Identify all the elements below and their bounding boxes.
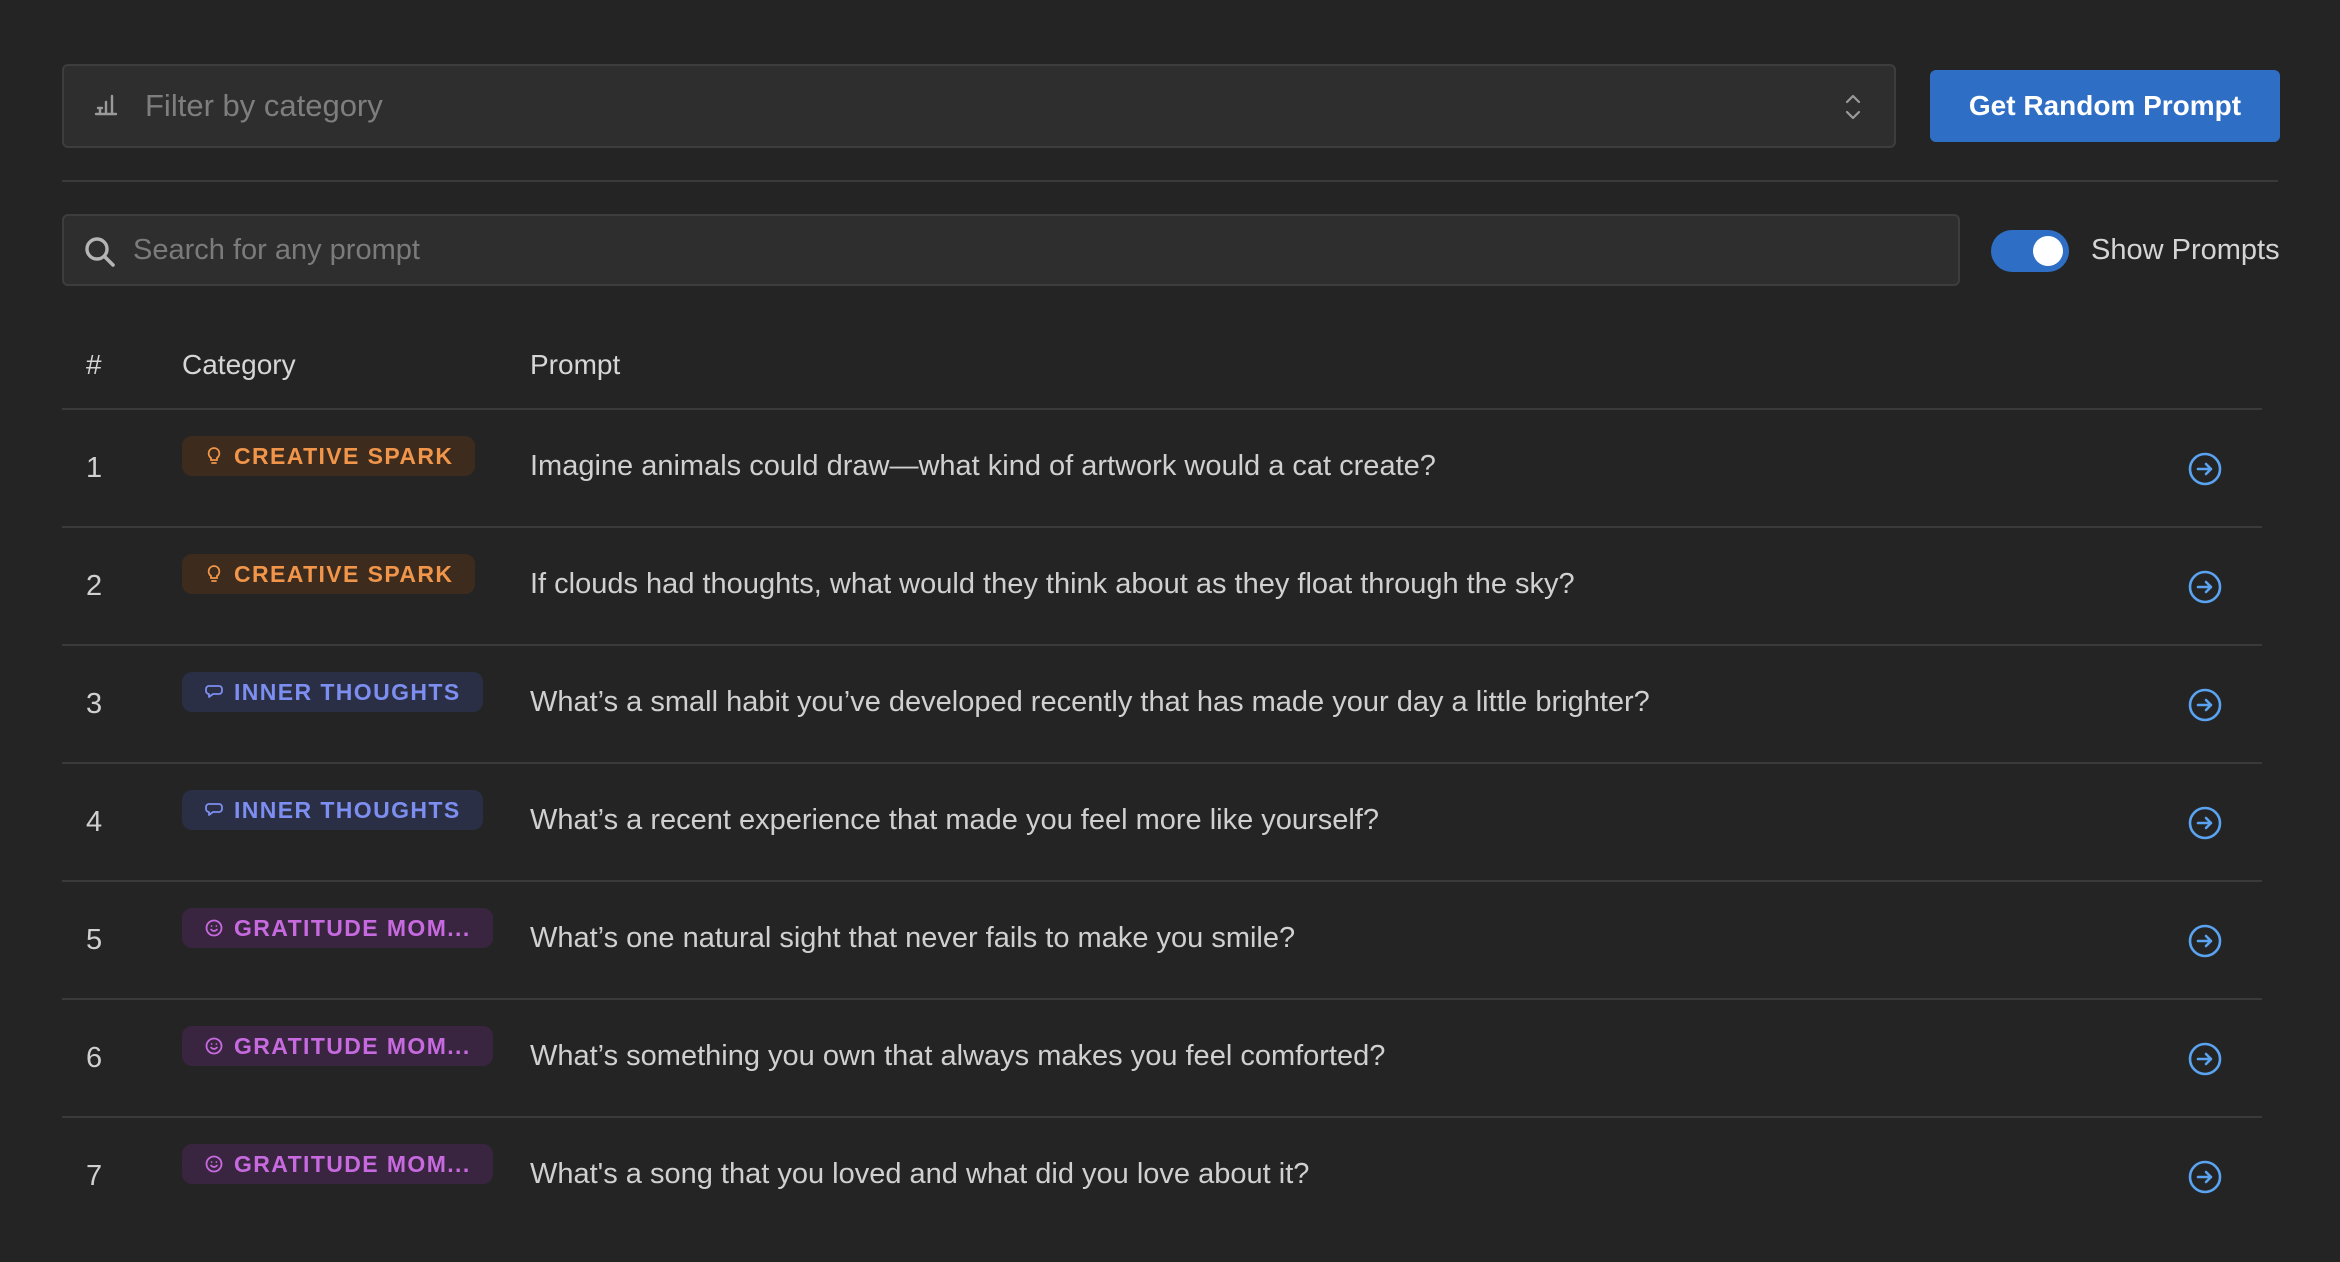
header-number: #: [86, 349, 102, 380]
category-badge: INNER THOUGHTS: [182, 672, 483, 712]
row-number: 4: [86, 806, 103, 838]
arrow-circle-right-icon[interactable]: [2186, 1158, 2224, 1196]
lightbulb-icon: [207, 565, 221, 582]
prompt-text: What's a song that you loved and what di…: [530, 1158, 1310, 1190]
row-number: 6: [86, 1042, 103, 1074]
table-row[interactable]: 6 GRATITUDE MOM... What’s something you …: [62, 1000, 2262, 1118]
search-placeholder: Search for any prompt: [133, 234, 420, 266]
category-badge: GRATITUDE MOM...: [182, 1026, 493, 1066]
divider: [62, 180, 2278, 182]
header-prompt: Prompt: [530, 349, 621, 380]
category-badge: CREATIVE SPARK: [182, 436, 476, 476]
category-badge: GRATITUDE MOM...: [182, 908, 493, 948]
category-label: INNER THOUGHTS: [234, 678, 461, 705]
prompt-text: Imagine animals could draw—what kind of …: [530, 450, 1436, 482]
filter-row: Filter by category Get Random Prompt: [62, 64, 2280, 148]
search-icon: [85, 237, 115, 267]
category-label: GRATITUDE MOM...: [234, 914, 471, 941]
prompt-text: What’s something you own that always mak…: [530, 1040, 1386, 1072]
arrow-circle-right-icon[interactable]: [2186, 1040, 2224, 1078]
search-input[interactable]: Search for any prompt: [62, 214, 1960, 286]
table-row[interactable]: 3 INNER THOUGHTS What’s a small habit yo…: [62, 646, 2262, 764]
table-row[interactable]: 5 GRATITUDE MOM... What’s one natural si…: [62, 882, 2262, 1000]
category-badge: GRATITUDE MOM...: [182, 1144, 493, 1184]
prompt-text: If clouds had thoughts, what would they …: [530, 568, 1575, 600]
filter-placeholder: Filter by category: [145, 88, 383, 123]
table-row[interactable]: 7 GRATITUDE MOM... What's a song that yo…: [62, 1118, 2262, 1236]
category-badge: CREATIVE SPARK: [182, 554, 476, 594]
smile-icon: [205, 1037, 223, 1055]
show-prompts-toggle[interactable]: [1991, 230, 2069, 272]
arrow-circle-right-icon[interactable]: [2186, 922, 2224, 960]
table-row[interactable]: 4 INNER THOUGHTS What’s a recent experie…: [62, 764, 2262, 882]
category-filter-select[interactable]: Filter by category: [62, 64, 1896, 148]
category-badge: INNER THOUGHTS: [182, 790, 483, 830]
category-label: CREATIVE SPARK: [234, 560, 454, 587]
prompt-text: What’s a recent experience that made you…: [530, 804, 1379, 836]
filter-list-icon: [94, 94, 118, 116]
prompts-table: # Category Prompt 1 CREATIVE SPARK Imagi…: [62, 330, 2262, 1236]
thought-bubble-icon: [205, 803, 223, 816]
arrow-circle-right-icon[interactable]: [2186, 568, 2224, 606]
table-row[interactable]: 2 CREATIVE SPARK If clouds had thoughts,…: [62, 528, 2262, 646]
table-header: # Category Prompt: [62, 330, 2262, 410]
arrow-circle-right-icon[interactable]: [2186, 686, 2224, 724]
category-label: GRATITUDE MOM...: [234, 1150, 471, 1177]
table-row[interactable]: 1 CREATIVE SPARK Imagine animals could d…: [62, 410, 2262, 528]
arrow-circle-right-icon[interactable]: [2186, 450, 2224, 488]
row-number: 3: [86, 688, 103, 720]
prompt-text: What’s one natural sight that never fail…: [530, 922, 1296, 954]
prompt-text: What’s a small habit you’ve developed re…: [530, 686, 1650, 718]
smile-icon: [205, 919, 223, 937]
thought-bubble-icon: [205, 685, 223, 698]
chevron-up-down-icon: [1845, 94, 1861, 120]
header-category: Category: [182, 349, 296, 380]
get-random-prompt-button[interactable]: Get Random Prompt: [1930, 70, 2280, 142]
lightbulb-icon: [207, 447, 221, 464]
arrow-circle-right-icon[interactable]: [2186, 804, 2224, 842]
category-label: CREATIVE SPARK: [234, 442, 454, 469]
show-prompts-label: Show Prompts: [2091, 234, 2280, 266]
smile-icon: [205, 1155, 223, 1173]
row-number: 1: [86, 452, 103, 484]
row-number: 2: [86, 570, 103, 602]
toggle-knob: [2033, 236, 2063, 266]
row-number: 5: [86, 924, 103, 956]
category-label: INNER THOUGHTS: [234, 796, 461, 823]
search-row: Search for any prompt Show Prompts: [62, 214, 2280, 286]
row-number: 7: [86, 1160, 103, 1192]
category-label: GRATITUDE MOM...: [234, 1032, 471, 1059]
